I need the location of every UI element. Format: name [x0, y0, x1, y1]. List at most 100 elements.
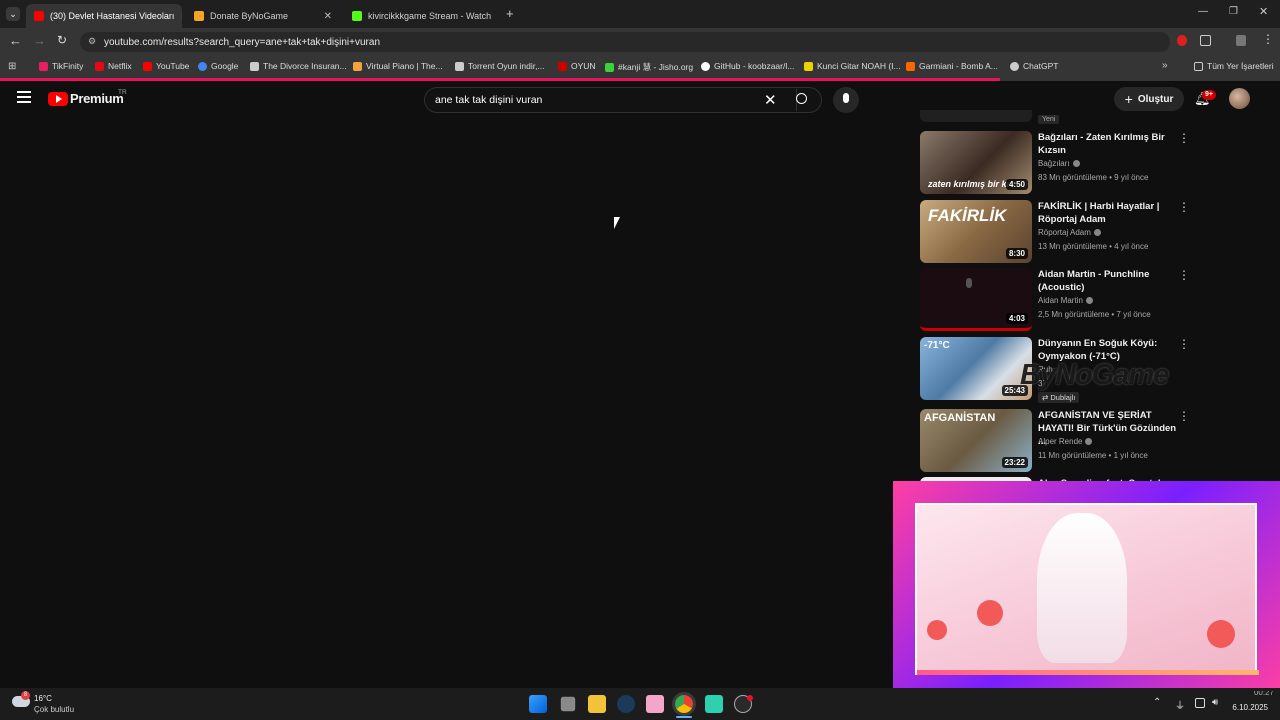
search-input[interactable]: ane tak tak dişini vuran — [435, 94, 542, 106]
tab-youtube[interactable]: (30) Devlet Hastanesi Videoları ✕ — [26, 4, 182, 28]
bookmark-item[interactable]: #kanji 慧 - Jisho.org — [605, 61, 693, 73]
more-bookmarks-icon[interactable]: » — [1162, 60, 1168, 71]
back-icon[interactable]: ← — [9, 33, 22, 48]
kick-icon — [352, 11, 362, 21]
channel-row[interactable]: Röportaj Adam — [1038, 228, 1101, 237]
bookmark-item[interactable]: YouTube — [143, 61, 189, 71]
video-title[interactable]: Bağzıları - Zaten Kırılmış Bir Kızsın — [1038, 131, 1180, 157]
video-title[interactable]: FAKİRLİK | Harbi Hayatlar | Röportaj Ada… — [1038, 200, 1180, 226]
bookmark-label: Netflix — [108, 61, 132, 71]
channel-name[interactable]: Aidan Martin — [1038, 296, 1083, 305]
teal-app-icon[interactable] — [705, 695, 723, 713]
apps-grid-icon[interactable]: ⊞ — [8, 61, 16, 72]
bookmark-item[interactable]: OYUN — [558, 61, 596, 71]
steam-icon[interactable] — [617, 695, 635, 713]
channel-row[interactable]: Aidan Martin — [1038, 296, 1093, 305]
avatar[interactable] — [1229, 88, 1250, 109]
search-box[interactable]: ane tak tak dişini vuran ✕ — [424, 87, 822, 113]
close-tab-icon[interactable]: ✕ — [324, 11, 332, 22]
search-icon[interactable] — [796, 93, 807, 104]
pink-app-icon[interactable] — [646, 695, 664, 713]
task-view-icon[interactable] — [560, 696, 576, 712]
address-bar[interactable]: ⚙ youtube.com/results?search_query=ane+t… — [80, 32, 1170, 52]
netflix-icon — [95, 61, 104, 71]
tab-kick[interactable]: kivircikkkgame Stream - Watch ✕ — [344, 4, 498, 28]
create-button[interactable]: + Oluştur — [1114, 87, 1184, 111]
close-tab-icon[interactable]: ✕ — [180, 11, 182, 22]
chrome-icon[interactable] — [675, 695, 693, 713]
youtube-logo-icon[interactable] — [48, 92, 68, 106]
all-bookmarks-button[interactable]: Tüm Yer İşaretleri — [1194, 61, 1274, 71]
file-explorer-icon[interactable] — [588, 695, 606, 713]
bookmark-label: Kunci Gitar NOAH (I... — [817, 61, 901, 71]
extensions-icon[interactable] — [1200, 35, 1211, 46]
tikfinity-icon — [39, 61, 48, 71]
bookmark-item[interactable]: TikFinity — [39, 61, 83, 71]
video-item[interactable]: AFGANİSTAN 23:22 AFGANİSTAN VE ŞERİAT HA… — [920, 409, 1220, 473]
video-item[interactable]: 4:03 Aidan Martin - Punchline (Acoustic)… — [920, 268, 1220, 332]
windows-start-icon[interactable] — [529, 695, 547, 713]
video-duration: 4:03 — [1005, 313, 1028, 324]
video-menu-icon[interactable]: ⋮ — [1178, 200, 1190, 214]
tab-search-icon[interactable]: ⌄ — [6, 7, 20, 21]
tab-donate[interactable]: Donate ByNoGame ✕ — [186, 4, 340, 28]
bookmark-item[interactable]: ChatGPT — [1010, 61, 1058, 71]
video-thumbnail[interactable]: AFGANİSTAN 23:22 — [920, 409, 1032, 472]
video-meta: 11 Mn görüntüleme • 1 yıl önce — [1038, 451, 1148, 460]
verified-check-icon — [1093, 229, 1101, 237]
video-thumbnail[interactable]: FAKİRLİK 8:30 — [920, 200, 1032, 263]
channel-row[interactable]: Bağzıları — [1038, 159, 1080, 168]
video-menu-icon[interactable]: ⋮ — [1178, 337, 1190, 351]
menu-kebab-icon[interactable]: ⋮ — [1262, 32, 1274, 46]
bookmark-item[interactable]: Netflix — [95, 61, 132, 71]
tray-chevron-icon[interactable]: ⌃ — [1153, 697, 1161, 708]
video-item[interactable]: zaten kırılmış bir kı 4:50 Bağzıları - Z… — [920, 131, 1220, 195]
windows-taskbar: 8 16°C Çok bulutlu — [0, 688, 1280, 720]
video-menu-icon[interactable]: ⋮ — [1178, 409, 1190, 423]
partial-thumbnail[interactable] — [920, 110, 1032, 122]
channel-name[interactable]: Röportaj Adam — [1038, 228, 1091, 237]
torrent-icon — [455, 61, 464, 71]
network-icon[interactable] — [1195, 698, 1205, 708]
hamburger-menu-icon[interactable] — [17, 91, 31, 103]
channel-name[interactable]: Alper Rende — [1038, 437, 1082, 446]
clear-search-icon[interactable]: ✕ — [764, 91, 777, 109]
weather-condition[interactable]: Çok bulutlu — [34, 705, 74, 714]
bookmark-item[interactable]: Torrent Oyun indir,... — [455, 61, 545, 71]
bookmark-item[interactable]: Google — [198, 61, 238, 71]
bookmark-item[interactable]: Virtual Piano | The... — [353, 61, 443, 71]
usb-icon[interactable]: ⏚ — [1175, 697, 1185, 712]
video-title[interactable]: Aidan Martin - Punchline (Acoustic) — [1038, 268, 1180, 294]
volume-icon[interactable]: 🔊︎ — [1212, 697, 1218, 708]
bookmark-item[interactable]: Kunci Gitar NOAH (I... — [804, 61, 901, 71]
restore-icon[interactable]: ❐ — [1229, 6, 1238, 17]
forward-icon[interactable]: → — [33, 33, 46, 48]
video-thumbnail[interactable]: -71°C 25:43 — [920, 337, 1032, 400]
bookmark-item[interactable]: The Divorce Insuran... — [250, 61, 347, 71]
minimize-icon[interactable]: — — [1198, 6, 1208, 17]
video-thumbnail[interactable]: 4:03 — [920, 268, 1032, 331]
google-icon — [198, 61, 207, 71]
channel-name[interactable]: Bağzıları — [1038, 159, 1070, 168]
clock-date[interactable]: 6.10.2025 — [1224, 703, 1268, 712]
clock-time[interactable]: 00:27 — [1234, 691, 1274, 697]
close-window-icon[interactable]: ✕ — [1259, 5, 1268, 18]
video-menu-icon[interactable]: ⋮ — [1178, 268, 1190, 282]
bookmark-item[interactable]: GitHub - koobzaar/l... — [701, 61, 794, 71]
video-item[interactable]: FAKİRLİK 8:30 FAKİRLİK | Harbi Hayatlar … — [920, 200, 1220, 264]
close-tab-icon[interactable]: ✕ — [497, 11, 498, 22]
new-tab-icon[interactable]: + — [506, 6, 514, 21]
bookmark-item[interactable]: Garmiani - Bomb A... — [906, 61, 998, 71]
voice-search-button[interactable] — [833, 87, 859, 113]
notification-dot — [747, 695, 753, 701]
reload-icon[interactable]: ↻ — [57, 33, 67, 47]
extension-red-icon[interactable] — [1177, 35, 1187, 46]
stream-artwork — [915, 503, 1259, 675]
profile-icon[interactable] — [1236, 35, 1246, 46]
site-info-icon[interactable]: ⚙ — [88, 36, 96, 47]
channel-row[interactable]: Alper Rende — [1038, 437, 1093, 446]
video-thumbnail[interactable]: zaten kırılmış bir kı 4:50 — [920, 131, 1032, 194]
premium-logo-text[interactable]: Premium — [70, 91, 124, 106]
weather-temperature[interactable]: 16°C — [34, 694, 52, 703]
video-menu-icon[interactable]: ⋮ — [1178, 131, 1190, 145]
